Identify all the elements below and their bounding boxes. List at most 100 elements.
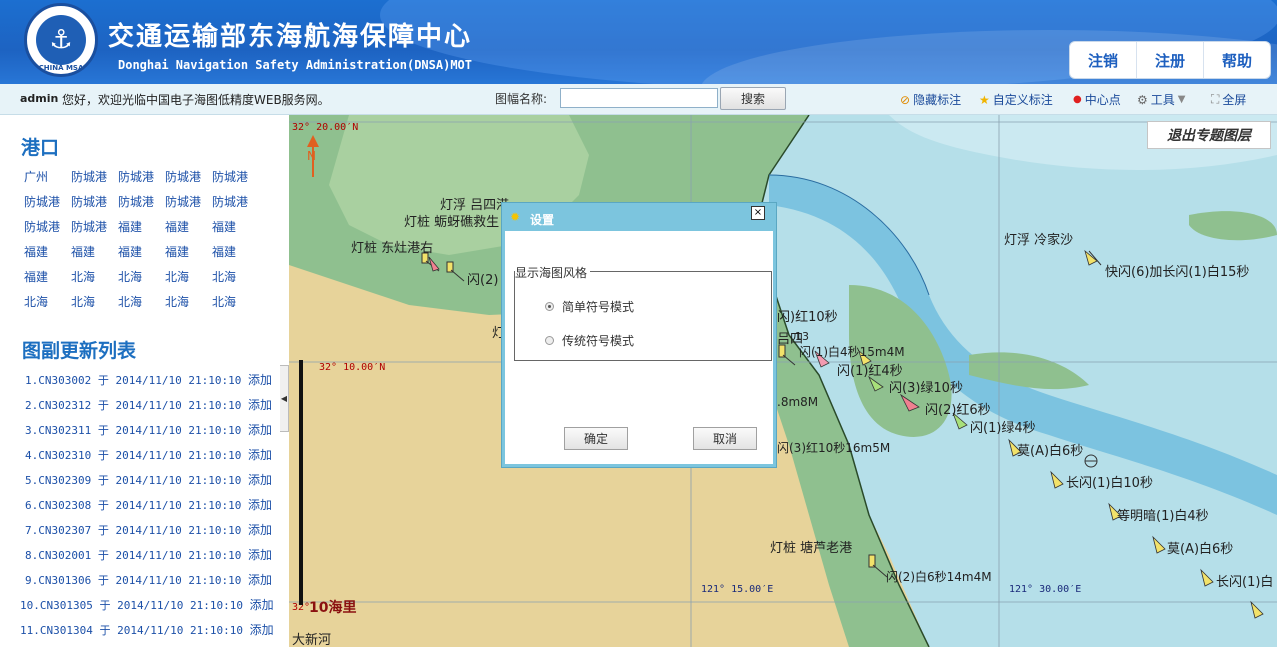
update-time: 于 2014/11/10 21:10:10 — [97, 424, 242, 437]
help-button[interactable]: 帮助 — [1204, 42, 1270, 78]
ok-button[interactable]: 确定 — [564, 427, 628, 450]
port-link[interactable]: 防城港 — [212, 169, 259, 186]
chart-name-search-input[interactable] — [560, 88, 718, 108]
port-link[interactable]: 福建 — [118, 219, 165, 236]
port-link[interactable]: 北海 — [24, 294, 71, 311]
update-row: 10.CN301305 于 2014/11/10 21:10:10 添加 — [20, 596, 274, 621]
update-add-link[interactable]: 添加 — [250, 598, 274, 612]
update-row: 8.CN302001 于 2014/11/10 21:10:10 添加 — [20, 546, 272, 571]
chart-map[interactable]: 32° 20.00′N 32° 10.00′N 32° 121° 15.00′E… — [289, 115, 1277, 647]
update-chart-link[interactable]: CN302309 — [38, 474, 91, 487]
port-link[interactable]: 北海 — [71, 269, 118, 286]
port-link[interactable]: 北海 — [212, 269, 259, 286]
update-chart-link[interactable]: CN302308 — [38, 499, 91, 512]
register-button[interactable]: 注册 — [1137, 42, 1204, 78]
update-add-link[interactable]: 添加 — [248, 448, 272, 462]
update-add-link[interactable]: 添加 — [248, 498, 272, 512]
account-button-group: 注销 注册 帮助 — [1069, 41, 1271, 79]
update-chart-link[interactable]: CN302312 — [38, 399, 91, 412]
fullscreen-tool[interactable]: ⛶ 全屏 — [1211, 91, 1246, 108]
update-time: 于 2014/11/10 21:10:10 — [97, 374, 242, 387]
update-add-link[interactable]: 添加 — [248, 373, 272, 387]
port-link[interactable]: 福建 — [212, 219, 259, 236]
port-link[interactable]: 防城港 — [165, 169, 212, 186]
exit-layer-button[interactable]: 退出专题图层 — [1147, 121, 1271, 149]
port-link[interactable]: 防城港 — [71, 169, 118, 186]
port-link[interactable]: 北海 — [118, 294, 165, 311]
update-index: 11. — [20, 624, 40, 637]
traditional-symbol-option[interactable]: 传统符号模式 — [545, 332, 634, 349]
port-link[interactable]: 北海 — [165, 294, 212, 311]
custom-marker-tool[interactable]: ★ 自定义标注 — [979, 91, 1053, 108]
sidebar-collapse-handle[interactable]: ◀ — [280, 365, 289, 432]
map-label: 闪(1)白4秒15m4M — [799, 345, 905, 359]
center-point-tool[interactable]: ● 中心点 — [1073, 91, 1121, 108]
port-link[interactable]: 防城港 — [118, 169, 165, 186]
cancel-button[interactable]: 取消 — [693, 427, 757, 450]
updates-heading: 图副更新列表 — [22, 340, 137, 362]
username: admin — [20, 92, 59, 105]
port-link[interactable]: 防城港 — [212, 194, 259, 211]
port-link[interactable]: 福建 — [165, 219, 212, 236]
port-link[interactable]: 北海 — [118, 269, 165, 286]
port-link[interactable]: 广州 — [24, 169, 71, 186]
update-chart-link[interactable]: CN301305 — [40, 599, 93, 612]
close-icon[interactable]: × — [751, 206, 765, 220]
port-link[interactable]: 福建 — [118, 244, 165, 261]
port-link[interactable]: 防城港 — [71, 194, 118, 211]
simple-symbol-option[interactable]: 简单符号模式 — [545, 298, 634, 315]
update-index: 6. — [25, 499, 39, 512]
update-add-link[interactable]: 添加 — [248, 473, 272, 487]
radio-selected-icon[interactable] — [545, 302, 554, 311]
port-link[interactable]: 福建 — [212, 244, 259, 261]
update-add-link[interactable]: 添加 — [248, 398, 272, 412]
dialog-title-bar[interactable]: ✹ 设置 × — [502, 203, 776, 231]
update-chart-link[interactable]: CN302310 — [38, 449, 91, 462]
update-chart-link[interactable]: CN302311 — [38, 424, 91, 437]
update-index: 9. — [25, 574, 39, 587]
tool-label: 全屏 — [1222, 93, 1247, 107]
update-chart-link[interactable]: CN303002 — [38, 374, 91, 387]
port-link[interactable]: 福建 — [71, 244, 118, 261]
map-label: 13 — [795, 330, 809, 343]
port-link[interactable]: 防城港 — [165, 194, 212, 211]
map-label: 灯桩 蛎蚜礁救生 — [404, 215, 500, 230]
map-label: 长闪(1)白 — [1216, 575, 1274, 590]
update-chart-link[interactable]: CN301304 — [40, 624, 93, 637]
update-add-link[interactable]: 添加 — [248, 523, 272, 537]
port-link[interactable]: 防城港 — [71, 219, 118, 236]
search-button[interactable]: 搜索 — [720, 87, 786, 110]
welcome-text: 您好，欢迎光临中国电子海图低精度WEB服务网。 — [62, 93, 330, 107]
port-link[interactable]: 防城港 — [24, 219, 71, 236]
hide-marker-icon: ⊘ — [900, 92, 911, 107]
dialog-body: 显示海图风格 简单符号模式 传统符号模式 确定 取消 — [505, 231, 773, 464]
update-add-link[interactable]: 添加 — [250, 623, 274, 637]
update-chart-link[interactable]: CN302001 — [38, 549, 91, 562]
chevron-left-icon: ◀ — [280, 394, 288, 403]
update-index: 7. — [25, 524, 39, 537]
update-chart-link[interactable]: CN302307 — [38, 524, 91, 537]
port-link[interactable]: 福建 — [24, 269, 71, 286]
port-link[interactable]: 福建 — [24, 244, 71, 261]
update-row: 5.CN302309 于 2014/11/10 21:10:10 添加 — [20, 471, 272, 496]
port-link[interactable]: 北海 — [212, 294, 259, 311]
port-link[interactable]: 福建 — [165, 244, 212, 261]
update-add-link[interactable]: 添加 — [248, 548, 272, 562]
logout-button[interactable]: 注销 — [1070, 42, 1137, 78]
map-label: 等明暗(1)白4秒 — [1117, 509, 1209, 524]
port-link[interactable]: 防城港 — [24, 194, 71, 211]
port-link[interactable]: 北海 — [165, 269, 212, 286]
update-add-link[interactable]: 添加 — [248, 423, 272, 437]
option-label: 传统符号模式 — [562, 334, 635, 348]
chart-style-legend: 显示海图风格 — [515, 264, 591, 281]
map-label: 灯桩 塘芦老港 — [770, 541, 853, 556]
update-chart-link[interactable]: CN301306 — [38, 574, 91, 587]
update-add-link[interactable]: 添加 — [248, 573, 272, 587]
port-link[interactable]: 防城港 — [118, 194, 165, 211]
port-link[interactable]: 北海 — [71, 294, 118, 311]
hide-markers-tool[interactable]: ⊘ 隐藏标注 — [900, 91, 961, 108]
radio-unselected-icon[interactable] — [545, 336, 554, 345]
tools-menu[interactable]: ⚙ 工具 ▼ — [1137, 91, 1185, 108]
update-index: 3. — [25, 424, 39, 437]
north-label: N — [307, 149, 316, 163]
